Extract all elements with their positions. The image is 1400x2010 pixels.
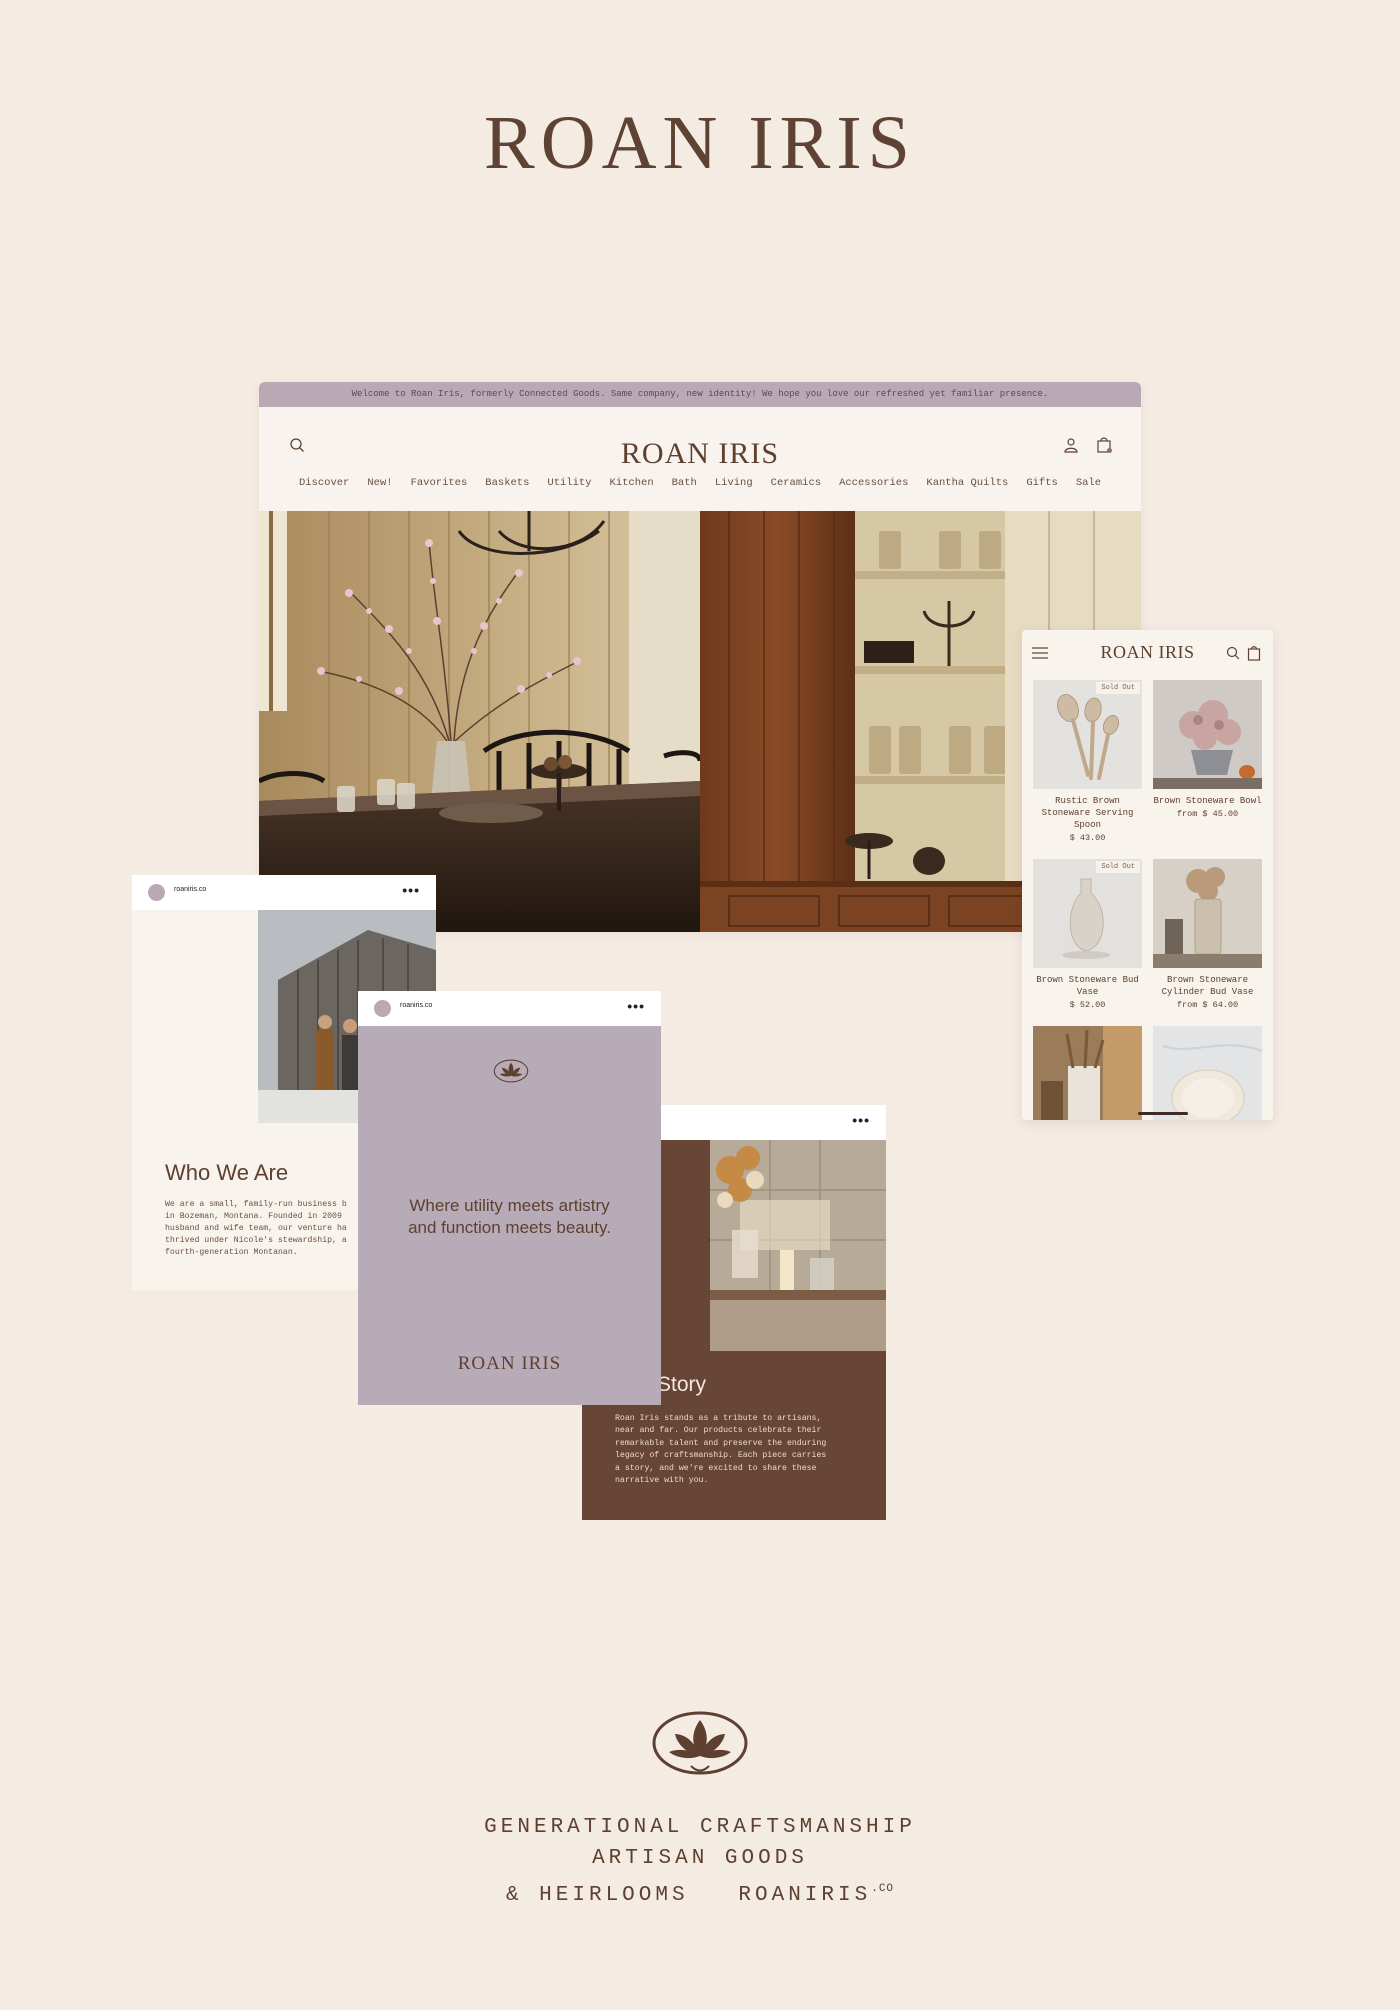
brand-tagline: GENERATIONAL CRAFTSMANSHIP ARTISAN GOODS… — [0, 1812, 1400, 1911]
search-icon[interactable] — [1226, 646, 1240, 660]
mobile-site-mockup: ROAN IRIS Sold Out Rustic Brown Stonewar… — [1022, 630, 1273, 1120]
more-options-icon[interactable]: ••• — [627, 998, 645, 1014]
account-icon[interactable] — [1063, 437, 1079, 453]
post-handle[interactable]: roaniris.co — [174, 886, 206, 893]
product-name[interactable]: Brown Stoneware Bowl — [1153, 795, 1262, 807]
product-price: $ 43.00 — [1069, 833, 1106, 843]
bag-icon[interactable] — [1247, 645, 1261, 661]
brand-domain: ROANIRIS — [738, 1884, 872, 1907]
product-card[interactable] — [1033, 1026, 1142, 1120]
brand-headline: ROAN IRIS — [484, 101, 916, 185]
product-image-stoneware-bowl[interactable] — [1153, 680, 1262, 789]
product-image-utensil-crock[interactable] — [1033, 1026, 1142, 1120]
cart-icon[interactable] — [1096, 436, 1113, 454]
product-name[interactable]: Brown Stoneware Bud Vase — [1033, 974, 1142, 998]
nav-item-gifts[interactable]: Gifts — [1026, 477, 1058, 489]
nav-item-new[interactable]: New! — [367, 477, 392, 489]
nav-item-favorites[interactable]: Favorites — [411, 477, 468, 489]
site-logo[interactable]: ROAN IRIS — [259, 437, 1141, 471]
carousel-scroll-indicator[interactable] — [1138, 1112, 1188, 1115]
product-name[interactable]: Brown Stoneware Cylinder Bud Vase — [1153, 974, 1262, 998]
product-card[interactable]: Sold Out Rustic Brown Stoneware Serving … — [1033, 680, 1142, 843]
tagline-line-1: GENERATIONAL CRAFTSMANSHIP — [484, 1816, 916, 1839]
post-header: roaniris.co ••• — [132, 875, 436, 910]
post-body: We are a small, family-run business b in… — [165, 1200, 347, 1257]
post-body: Roan Iris stands as a tribute to artisan… — [615, 1414, 827, 1486]
more-options-icon[interactable]: ••• — [402, 882, 420, 898]
social-post-quote: roaniris.co ••• Where utility meets arti… — [358, 991, 661, 1405]
hero-interior-photo — [259, 511, 1141, 932]
product-card[interactable] — [1153, 1026, 1262, 1120]
post-title: Story — [657, 1373, 707, 1396]
tagline-heirlooms: & HEIRLOOMS — [505, 1884, 689, 1907]
nav-item-discover[interactable]: Discover — [299, 477, 349, 489]
more-options-icon[interactable]: ••• — [852, 1112, 870, 1128]
nav-item-living[interactable]: Living — [715, 477, 753, 489]
nav-item-accessories[interactable]: Accessories — [839, 477, 908, 489]
post-handle[interactable]: roaniris.co — [400, 1002, 432, 1009]
nav-item-baskets[interactable]: Baskets — [485, 477, 529, 489]
nav-item-bath[interactable]: Bath — [672, 477, 697, 489]
post-quote: Where utility meets artistry and functio… — [408, 1196, 611, 1237]
nav-item-sale[interactable]: Sale — [1076, 477, 1101, 489]
lotus-emblem-icon — [493, 1059, 529, 1083]
main-navigation: Discover New! Favorites Baskets Utility Kitch… — [259, 477, 1141, 489]
vignette-photo — [710, 1140, 886, 1351]
announcement-banner: Welcome to Roan Iris, formerly Connected… — [259, 382, 1141, 407]
product-price: from $ 64.00 — [1176, 1000, 1239, 1010]
product-image-bud-vase[interactable]: Sold Out — [1033, 859, 1142, 968]
product-card[interactable]: Brown Stoneware Bowl from $ 45.00 — [1153, 680, 1262, 819]
nav-item-kantha-quilts[interactable]: Kantha Quilts — [926, 477, 1008, 489]
post-header: roaniris.co ••• — [358, 991, 661, 1026]
product-price: from $ 45.00 — [1176, 809, 1239, 819]
site-header: ROAN IRIS Discover New! Favorites Baskets Ut… — [259, 407, 1141, 511]
product-image-white-dish[interactable] — [1153, 1026, 1262, 1120]
avatar[interactable] — [148, 884, 165, 901]
tagline-line-2: ARTISAN GOODS — [592, 1847, 808, 1870]
nav-item-utility[interactable]: Utility — [547, 477, 591, 489]
brand-domain-suffix: .CO — [871, 1883, 895, 1895]
tagline-line-3: & HEIRLOOMS ROANIRIS.CO — [0, 1874, 1400, 1911]
post-logo: ROAN IRIS — [457, 1353, 562, 1374]
desktop-site-mockup: Welcome to Roan Iris, formerly Connected… — [259, 382, 1141, 932]
product-image-serving-spoon[interactable]: Sold Out — [1033, 680, 1142, 789]
product-card[interactable]: Brown Stoneware Cylinder Bud Vase from $… — [1153, 859, 1262, 1010]
nav-item-ceramics[interactable]: Ceramics — [771, 477, 821, 489]
lotus-emblem-icon — [652, 1711, 748, 1775]
product-price: $ 52.00 — [1069, 1000, 1106, 1010]
product-image-cylinder-vase[interactable] — [1153, 859, 1262, 968]
product-card[interactable]: Sold Out Brown Stoneware Bud Vase $ 52.0… — [1033, 859, 1142, 1010]
nav-item-kitchen[interactable]: Kitchen — [610, 477, 654, 489]
sold-out-badge: Sold Out — [1096, 682, 1140, 694]
avatar[interactable] — [374, 1000, 391, 1017]
sold-out-badge: Sold Out — [1096, 861, 1140, 873]
product-name[interactable]: Rustic Brown Stoneware Serving Spoon — [1033, 795, 1142, 831]
post-title: Who We Are — [165, 1160, 289, 1185]
